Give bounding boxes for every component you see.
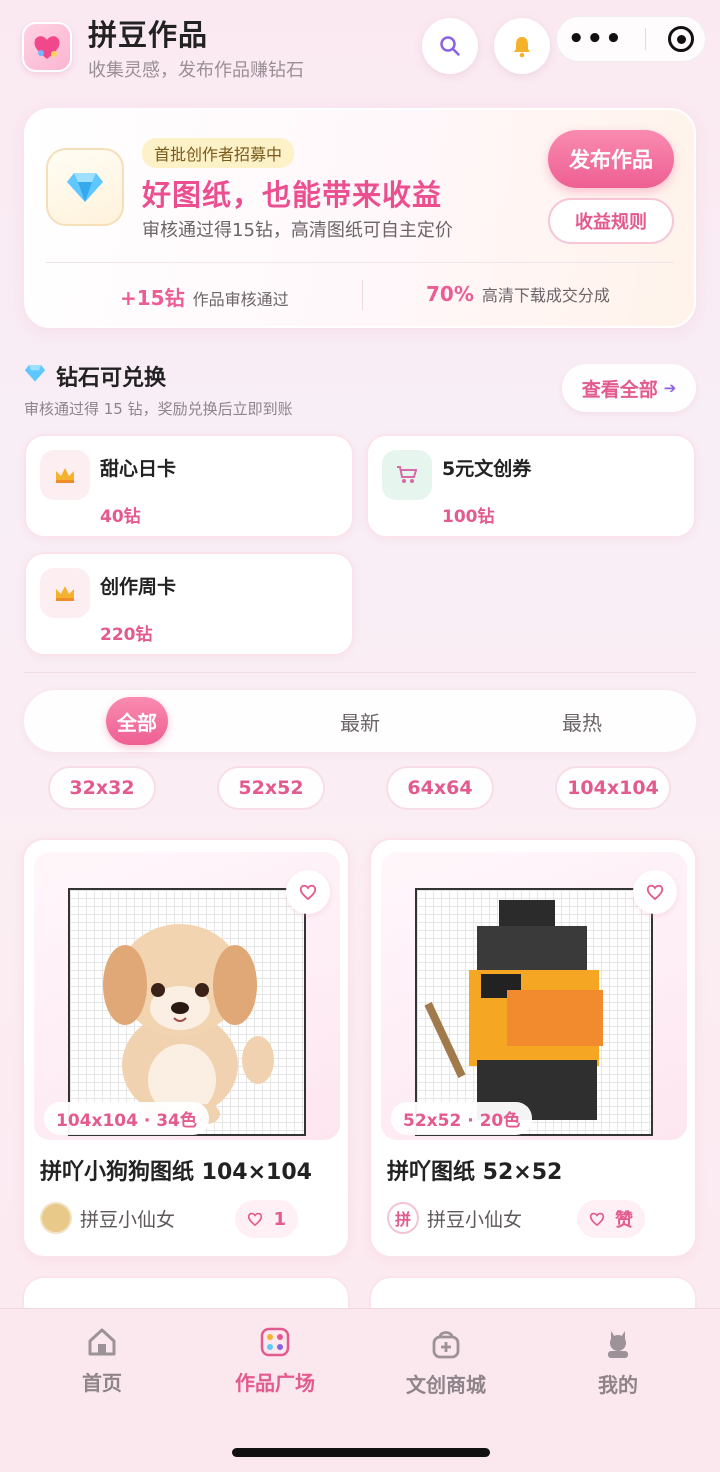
reward-name: 创作周卡 bbox=[100, 576, 177, 598]
tab-all[interactable]: 全部 bbox=[106, 697, 168, 745]
heart-outline-icon bbox=[248, 1212, 263, 1226]
search-button[interactable] bbox=[422, 18, 478, 74]
like-count: 1 bbox=[273, 1208, 286, 1230]
avatar bbox=[40, 1202, 72, 1234]
nav-home[interactable]: 首页 bbox=[32, 1327, 172, 1396]
earning-rules-button[interactable]: 收益规则 bbox=[548, 198, 674, 244]
artwork-size-colors: 104x104 · 34色 bbox=[44, 1102, 209, 1135]
reward-cost: 100钻 bbox=[442, 507, 495, 527]
stat-value: +15钻 bbox=[120, 286, 185, 310]
artwork-title: 拼吖小狗狗图纸 104×104 bbox=[40, 1160, 312, 1185]
size-filter-52[interactable]: 52x52 bbox=[217, 766, 325, 810]
sort-tabs: 全部 最新 最热 bbox=[24, 690, 696, 752]
diamond-icon bbox=[67, 173, 103, 202]
bell-icon bbox=[514, 37, 530, 58]
arrow-right-icon: ➔ bbox=[663, 379, 677, 397]
diamond-badge bbox=[46, 148, 124, 226]
mini-program-capsule: ••• bbox=[556, 16, 706, 62]
duck-pixel-art bbox=[424, 900, 603, 1120]
puppy-pixel-art bbox=[103, 924, 274, 1124]
profile-icon bbox=[608, 1331, 628, 1358]
like-count: 赞 bbox=[615, 1210, 633, 1231]
author-name: 拼豆小仙女 bbox=[80, 1208, 176, 1231]
view-all-label: 查看全部 bbox=[581, 378, 658, 401]
stat-divider bbox=[362, 280, 363, 310]
nav-label: 首页 bbox=[82, 1371, 122, 1395]
reward-item[interactable]: 甜心日卡 40钻 bbox=[24, 434, 354, 538]
reward-item[interactable]: 创作周卡 220钻 bbox=[24, 552, 354, 656]
capsule-divider bbox=[645, 28, 647, 50]
size-filter-32[interactable]: 32x32 bbox=[48, 766, 156, 810]
notification-button[interactable] bbox=[494, 18, 550, 74]
reward-cost: 220钻 bbox=[100, 625, 153, 645]
tab-latest[interactable]: 最新 bbox=[324, 697, 396, 745]
reward-cost: 40钻 bbox=[100, 507, 141, 527]
nav-gallery[interactable]: 作品广场 bbox=[205, 1327, 345, 1396]
artwork-author: 拼豆小仙女 bbox=[40, 1202, 175, 1234]
page-subtitle: 收集灵感，发布作品赚钻石 bbox=[88, 60, 304, 81]
heart-outline-icon bbox=[299, 884, 317, 900]
heart-outline-icon bbox=[589, 1212, 605, 1226]
recruit-badge: 首批创作者招募中 bbox=[142, 138, 295, 168]
gallery-icon bbox=[260, 1327, 290, 1357]
like-button[interactable]: 赞 bbox=[577, 1200, 645, 1238]
like-button[interactable]: 1 bbox=[235, 1200, 298, 1238]
shop-bag-icon bbox=[432, 1331, 460, 1359]
artwork-card[interactable]: 104x104 · 34色 拼吖小狗狗图纸 104×104 拼豆小仙女 1 bbox=[22, 838, 350, 1258]
home-indicator bbox=[232, 1448, 490, 1457]
promo-title: 好图纸，也能带来收益 bbox=[142, 178, 443, 212]
app-logo bbox=[22, 22, 72, 72]
pattern-grid-image bbox=[415, 888, 653, 1136]
view-all-button[interactable]: 查看全部 ➔ bbox=[562, 364, 696, 412]
promo-divider bbox=[46, 262, 674, 263]
author-name: 拼豆小仙女 bbox=[427, 1208, 523, 1231]
reward-item[interactable]: 5元文创券 100钻 bbox=[366, 434, 696, 538]
heart-logo-icon bbox=[34, 36, 60, 59]
size-filter-64[interactable]: 64x64 bbox=[386, 766, 494, 810]
favorite-button[interactable] bbox=[633, 870, 677, 914]
publish-work-button[interactable]: 发布作品 bbox=[548, 130, 674, 188]
stat-label: 高清下载成交分成 bbox=[481, 286, 610, 305]
diamond-small-icon bbox=[24, 365, 46, 382]
section-divider bbox=[24, 672, 696, 673]
stat-download-share: 70% 高清下载成交分成 bbox=[426, 282, 610, 306]
nav-label: 文创商城 bbox=[406, 1373, 486, 1397]
cart-icon bbox=[382, 450, 432, 500]
reward-name: 5元文创券 bbox=[442, 458, 532, 480]
close-program-icon[interactable] bbox=[668, 26, 695, 52]
artwork-title: 拼吖图纸 52×52 bbox=[387, 1160, 563, 1185]
stat-label: 作品审核通过 bbox=[192, 290, 289, 309]
avatar: 拼 bbox=[387, 1202, 419, 1234]
artwork-author: 拼 拼豆小仙女 bbox=[387, 1202, 522, 1234]
tab-hottest[interactable]: 最热 bbox=[546, 697, 618, 745]
crown-icon bbox=[40, 450, 90, 500]
exchange-section-subtitle: 审核通过得 15 钻，奖励兑换后立即到账 bbox=[24, 400, 293, 418]
favorite-button[interactable] bbox=[286, 870, 330, 914]
more-menu-icon[interactable]: ••• bbox=[568, 26, 624, 52]
page-title: 拼豆作品 bbox=[88, 18, 209, 52]
exchange-section-title: 钻石可兑换 bbox=[56, 366, 167, 391]
artwork-size-colors: 52x52 · 20色 bbox=[391, 1102, 533, 1135]
promo-description: 审核通过得15钻，高清图纸可自主定价 bbox=[142, 220, 453, 241]
nav-label: 作品广场 bbox=[235, 1371, 315, 1395]
heart-outline-icon bbox=[646, 884, 664, 900]
nav-shop[interactable]: 文创商城 bbox=[376, 1327, 516, 1398]
artwork-card[interactable]: 52x52 · 20色 拼吖图纸 52×52 拼 拼豆小仙女 赞 bbox=[369, 838, 697, 1258]
home-icon bbox=[88, 1328, 116, 1356]
size-filter-104[interactable]: 104x104 bbox=[555, 766, 671, 810]
crown-icon bbox=[40, 568, 90, 618]
header: 拼豆作品 收集灵感，发布作品赚钻石 ••• bbox=[0, 0, 720, 90]
search-icon bbox=[440, 36, 460, 56]
nav-profile[interactable]: 我的 bbox=[548, 1327, 688, 1398]
creator-promo-card: 首批创作者招募中 好图纸，也能带来收益 审核通过得15钻，高清图纸可自主定价 发… bbox=[24, 108, 696, 328]
reward-name: 甜心日卡 bbox=[100, 458, 177, 480]
nav-label: 我的 bbox=[598, 1373, 638, 1397]
stat-value: 70% bbox=[426, 282, 474, 306]
pattern-grid-image bbox=[68, 888, 306, 1136]
stat-review-reward: +15钻 作品审核通过 bbox=[120, 282, 289, 311]
